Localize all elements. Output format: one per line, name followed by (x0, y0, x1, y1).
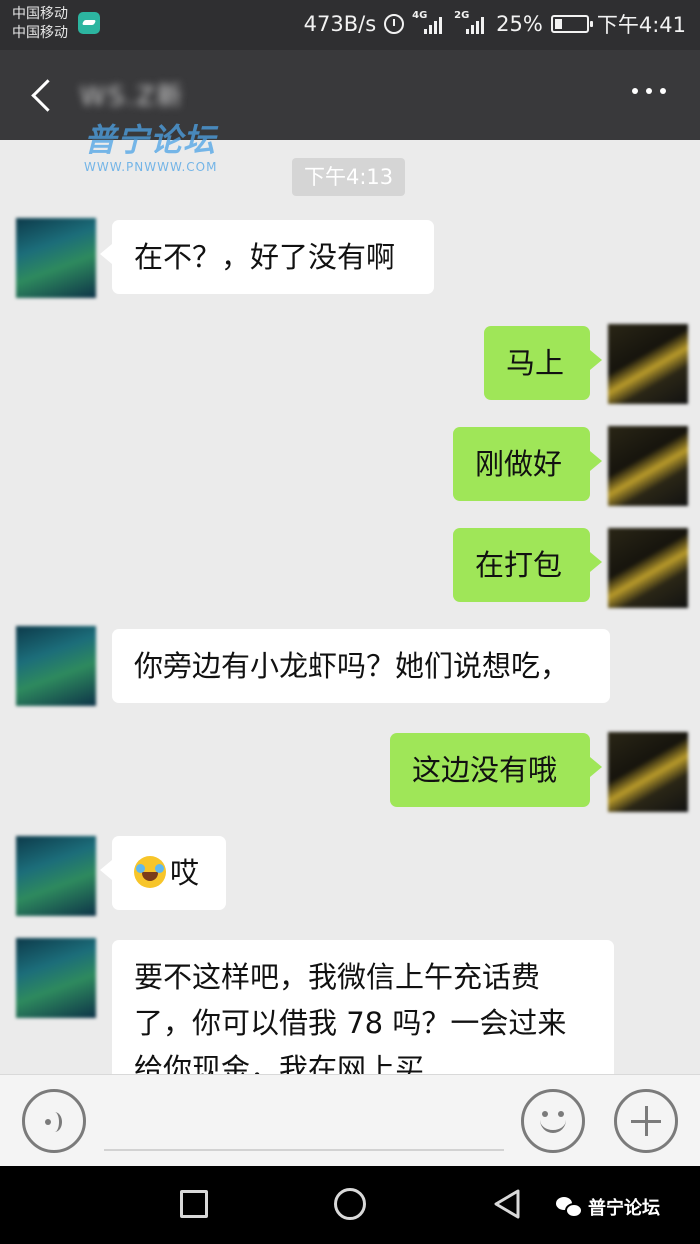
alarm-icon (384, 14, 405, 34)
triangle-back-icon[interactable] (492, 1188, 522, 1220)
more-dots-icon[interactable] (632, 88, 666, 94)
more-actions-button[interactable] (614, 1089, 678, 1153)
voice-button[interactable] (22, 1089, 86, 1153)
voice-icon (41, 1108, 69, 1136)
status-indicators: 473B/s 4G 2G 25% 下午4:41 (304, 8, 686, 40)
plus-icon (631, 1106, 661, 1136)
chat-timestamp: 下午4:13 (292, 158, 406, 196)
crying-laughing-emoji-icon (134, 856, 166, 888)
message-text: 哎 (170, 856, 200, 890)
incoming-message[interactable]: 哎 (100, 836, 226, 910)
my-avatar[interactable] (608, 324, 688, 404)
incoming-message[interactable]: 要不这样吧，我微信上午充话费了，你可以借我 78 吗？一会过来给你现金，我在网上… (112, 940, 614, 1090)
site-watermark: 普宁论坛 WWW.PNWWW.COM (84, 122, 217, 174)
wechat-account-name: 普宁论坛 (588, 1198, 660, 1219)
recent-apps-icon[interactable] (180, 1190, 208, 1218)
status-bar: 中国移动 中国移动 473B/s 4G 2G 25% 下午4:41 (0, 0, 700, 50)
outgoing-message[interactable]: 在打包 (453, 528, 602, 602)
my-avatar[interactable] (608, 732, 688, 812)
outgoing-message[interactable]: 马上 (484, 326, 602, 400)
signal-4g-icon: 4G (412, 10, 446, 36)
system-nav-bar: 普宁论坛 (0, 1166, 700, 1244)
battery-fill (554, 19, 563, 29)
contact-avatar[interactable] (16, 836, 96, 916)
watermark-url: WWW.PNWWW.COM (84, 160, 218, 174)
my-avatar[interactable] (608, 528, 688, 608)
smile-icon (537, 1105, 569, 1137)
watermark-title: 普宁论坛 (84, 121, 217, 159)
contact-avatar[interactable] (16, 938, 96, 1018)
net-speed: 473B/s (303, 12, 377, 36)
message-input[interactable] (104, 1097, 504, 1151)
outgoing-message[interactable]: 刚做好 (453, 427, 602, 501)
chat-title: WS.Z新 (80, 82, 185, 112)
my-avatar[interactable] (608, 426, 688, 506)
wechat-account-mark: 普宁论坛 (556, 1194, 660, 1220)
emoji-button[interactable] (521, 1089, 585, 1153)
home-icon[interactable] (334, 1188, 366, 1220)
contact-avatar[interactable] (16, 218, 96, 298)
battery-icon (550, 15, 593, 33)
status-time: 下午4:41 (596, 13, 686, 37)
contact-avatar[interactable] (16, 626, 96, 706)
outgoing-message[interactable]: 这边没有哦 (390, 733, 602, 807)
carrier-2: 中国移动 (12, 25, 68, 41)
carrier-app-icon (78, 12, 100, 34)
chevron-left-icon[interactable] (28, 78, 50, 112)
signal-2g-icon: 2G (454, 10, 488, 36)
incoming-message[interactable]: 你旁边有小龙虾吗？她们说想吃， (112, 629, 610, 703)
battery-percent: 25% (496, 12, 543, 36)
wechat-icon (556, 1197, 583, 1218)
carrier-1: 中国移动 (12, 6, 68, 22)
carrier-info: 中国移动 中国移动 (12, 5, 68, 43)
input-bar (0, 1074, 700, 1166)
incoming-message[interactable]: 在不？，好了没有啊 (100, 220, 434, 294)
